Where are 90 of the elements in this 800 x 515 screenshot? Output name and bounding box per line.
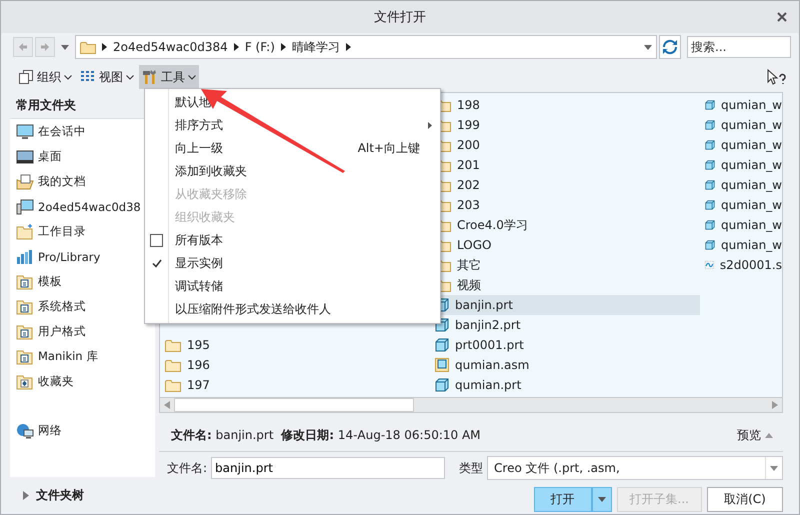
breadcrumb[interactable]: 晴峰学习 — [292, 38, 340, 56]
caret-icon — [598, 497, 606, 502]
folder-icon — [165, 378, 181, 392]
cube-icon — [705, 118, 715, 132]
file-item[interactable]: qumian_w — [700, 175, 782, 195]
cube-icon — [705, 198, 715, 212]
monitor-icon — [16, 124, 34, 140]
cube-icon — [705, 98, 715, 112]
pages-icon — [18, 69, 34, 85]
caret-icon — [765, 432, 773, 438]
folder-tree-toggle[interactable]: 文件夹树 — [10, 477, 155, 504]
chevron-down-icon — [64, 74, 72, 80]
folder-icon — [165, 358, 181, 372]
checkbox[interactable] — [150, 234, 163, 247]
forward-arrow-icon — [40, 42, 50, 52]
toolbar-button[interactable]: 视图 — [77, 65, 137, 89]
breadcrumb[interactable]: F (F:) — [244, 40, 275, 54]
cube-icon — [705, 138, 715, 152]
file-item[interactable]: qumian.asm — [430, 355, 700, 375]
dropdown-icon — [770, 466, 778, 470]
address-bar[interactable]: 2o4ed54wac0d384 F (F:) 晴峰学习 — [75, 35, 657, 59]
dropdown-button[interactable] — [592, 487, 612, 512]
chevron-icon — [234, 43, 239, 51]
back-arrow-icon — [18, 42, 28, 52]
window-title: 文件打开 — [374, 9, 426, 26]
template-icon — [16, 348, 34, 364]
chevron-icon — [346, 43, 351, 51]
check-icon — [152, 259, 162, 268]
favorites-icon — [16, 374, 34, 390]
submenu-arrow-icon — [428, 122, 432, 129]
open-button[interactable]: 打开 — [534, 487, 592, 512]
filename-field[interactable]: banjin.prt — [211, 457, 446, 479]
docs-icon — [16, 174, 34, 190]
file-item[interactable]: qumian_w — [700, 115, 782, 135]
sidebar-item[interactable]: 用户格式 — [10, 319, 155, 344]
file-item[interactable]: qumian_w — [700, 235, 782, 255]
cube-icon — [705, 218, 715, 232]
sidebar-item[interactable]: 网络 — [10, 418, 155, 443]
file-item[interactable]: qumian_w — [700, 215, 782, 235]
chevron-icon — [280, 43, 286, 51]
drawing-file-icon — [705, 258, 714, 272]
file-item[interactable]: qumian_w — [700, 195, 782, 215]
toolbar-button[interactable]: 组织 — [15, 65, 75, 89]
file-item[interactable]: s2d0001.s — [700, 255, 782, 275]
folder-icon — [80, 40, 96, 54]
cube-icon — [435, 378, 449, 392]
template-icon — [16, 324, 34, 340]
file-item[interactable]: qumian_w — [700, 135, 782, 155]
workdir-icon — [16, 224, 34, 240]
template-icon — [16, 298, 34, 314]
desktop-icon — [16, 148, 34, 164]
cube-icon — [435, 338, 449, 352]
breadcrumb[interactable]: 2o4ed54wac0d384 — [113, 40, 228, 54]
dialog-button[interactable]: 取消(C) — [707, 487, 783, 512]
file-item[interactable]: 195 — [160, 335, 430, 355]
network-icon — [16, 422, 34, 438]
sidebar-item[interactable]: Manikin 库 — [10, 344, 155, 369]
sidebar-item[interactable]: 收藏夹 — [10, 369, 155, 394]
field-label: 类型 — [459, 460, 484, 476]
close-icon[interactable] — [777, 12, 787, 22]
file-info-text: 文件名: banjin.prt 修改日期: 14-Aug-18 06:50:10 AM — [171, 426, 481, 444]
preview-toggle[interactable]: 预览 — [737, 426, 761, 444]
cube-icon — [705, 158, 715, 172]
refresh-button[interactable] — [659, 35, 681, 59]
file-item[interactable]: qumian_w — [700, 155, 782, 175]
file-item[interactable]: 197 — [160, 375, 430, 395]
chevron-down-icon — [188, 74, 196, 80]
file-item[interactable]: qumian_w — [700, 95, 782, 115]
folder-icon — [165, 338, 181, 352]
template-icon — [16, 274, 34, 290]
field-label: 文件名: — [167, 460, 208, 476]
expand-icon — [22, 491, 30, 500]
chevron-icon — [102, 43, 107, 51]
help-icon[interactable] — [767, 69, 787, 85]
caret-icon[interactable] — [61, 44, 69, 50]
file-item[interactable]: 196 — [160, 355, 430, 375]
file-type-dropdown[interactable]: Creo 文件 (.prt, .asm, — [487, 456, 783, 480]
cube-icon — [705, 178, 715, 192]
assembly-icon — [435, 358, 449, 372]
tools-icon — [142, 69, 158, 85]
chevron-down-icon — [126, 74, 134, 80]
file-item[interactable]: qumian.prt — [430, 375, 700, 395]
file-item[interactable]: prt0001.prt — [430, 335, 700, 355]
cube-icon — [705, 238, 715, 252]
toolbar-button[interactable]: 工具 — [139, 65, 199, 89]
computer-icon — [16, 198, 34, 214]
dropdown-icon[interactable] — [644, 44, 652, 50]
library-icon — [16, 248, 34, 264]
search-field[interactable]: 搜索... — [687, 36, 791, 58]
refresh-icon — [662, 39, 678, 55]
